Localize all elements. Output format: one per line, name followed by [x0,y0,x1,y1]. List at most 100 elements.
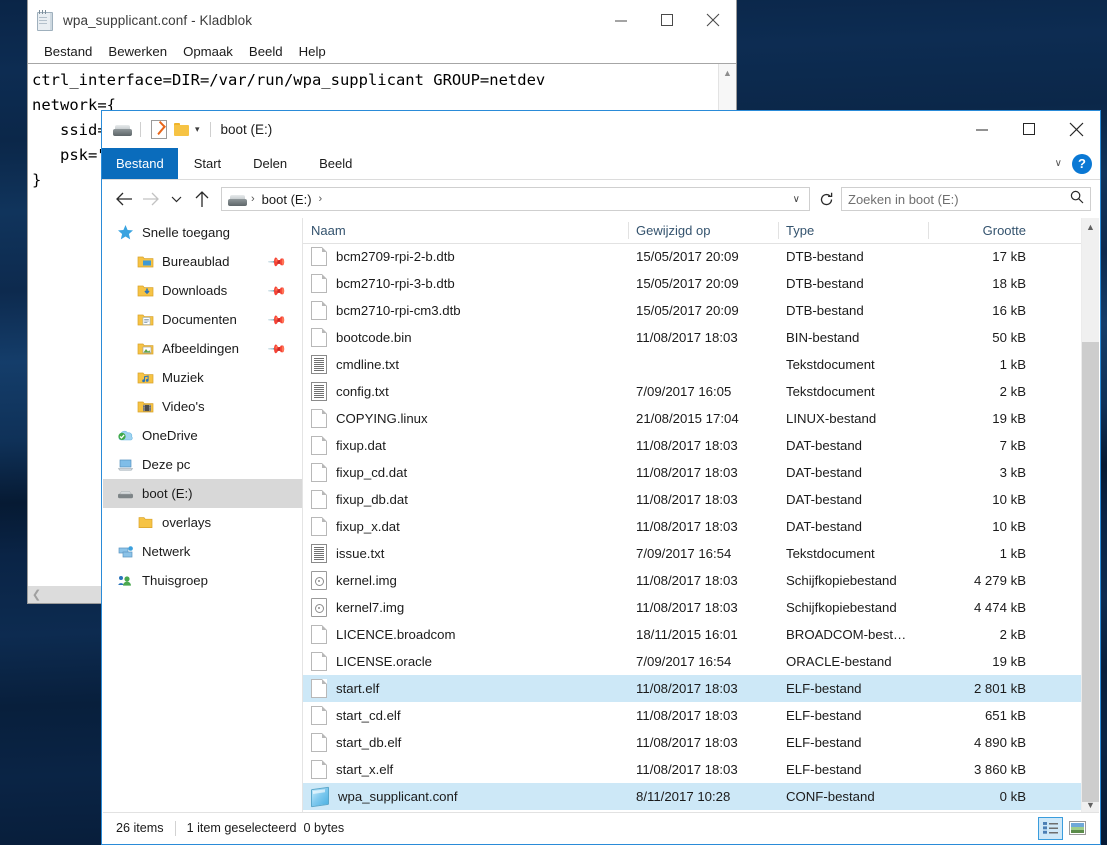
table-row[interactable]: LICENSE.oracle 7/09/2017 16:54 ORACLE-best… [303,648,1099,675]
sidebar-item-documenten[interactable]: Documenten 📌 [103,305,302,334]
notepad-maximize-button[interactable] [644,0,690,40]
explorer-maximize-button[interactable] [1006,111,1053,148]
forward-button[interactable] [137,186,163,212]
sidebar-item-thuisgroep[interactable]: Thuisgroep [103,566,302,595]
chevron-down-icon[interactable]: ∨ [1055,158,1062,169]
table-row[interactable]: fixup_x.dat 11/08/2017 18:03 DAT-bestand 10… [303,513,1099,540]
column-header-grootte[interactable]: Grootte [928,218,1036,243]
table-row[interactable]: bcm2709-rpi-2-b.dtb 15/05/2017 20:09 DTB-b… [303,243,1099,270]
sidebar-item-deze-pc[interactable]: Deze pc [103,450,302,479]
column-header-type[interactable]: Type [778,218,928,243]
column-header-gewijzigd-op[interactable]: Gewijzigd op [628,218,778,243]
file-modified-cell: 11/08/2017 18:03 [636,573,738,588]
txt-file-icon [311,382,327,401]
pin-icon[interactable]: 📌 [267,309,287,329]
network-icon [117,543,134,560]
table-row[interactable]: start_db.elf 11/08/2017 18:03 ELF-bestand 4… [303,729,1099,756]
table-row[interactable]: fixup_cd.dat 11/08/2017 18:03 DAT-bestand 3… [303,459,1099,486]
column-header-naam[interactable]: Naam ⌃ [303,218,628,243]
table-row[interactable]: bcm2710-rpi-3-b.dtb 15/05/2017 20:09 DTB-b… [303,270,1099,297]
notepad-close-button[interactable] [690,0,736,40]
file-type-cell: Schijfkopiebestand [786,573,897,588]
file-name: start.elf [336,681,380,696]
recent-locations-button[interactable] [163,186,189,212]
sidebar-item-overlays[interactable]: overlays [103,508,302,537]
help-icon[interactable]: ? [1072,153,1092,174]
txt-file-icon [311,544,327,563]
sidebar-item-snelle-toegang[interactable]: Snelle toegang [103,218,302,247]
menu-bestand[interactable]: Bestand [36,42,100,61]
table-row[interactable]: config.txt 7/09/2017 16:05 Tekstdocument 2 … [303,378,1099,405]
table-row[interactable]: kernel.img 11/08/2017 18:03 Schijfkopiebes… [303,567,1099,594]
large-icons-view-button[interactable] [1066,818,1089,839]
sidebar-item-videos[interactable]: Video's [103,392,302,421]
address-bar[interactable]: › boot (E:) › ∨ [221,187,810,211]
file-type-cell: ELF-bestand [786,735,862,750]
table-row[interactable]: fixup_db.dat 11/08/2017 18:03 DAT-bestand 1… [303,486,1099,513]
menu-opmaak[interactable]: Opmaak [175,42,241,61]
scroll-up-icon[interactable]: ▲ [1082,218,1099,235]
up-button[interactable] [189,186,215,212]
scroll-down-icon[interactable]: ▼ [1082,796,1099,813]
breadcrumb-separator-2[interactable]: › [316,193,326,205]
chevron-down-icon[interactable]: ∨ [788,194,805,205]
pin-icon[interactable]: 📌 [267,280,287,300]
menu-bewerken[interactable]: Bewerken [100,42,175,61]
back-button[interactable] [111,186,137,212]
sidebar-item-onedrive[interactable]: OneDrive [103,421,302,450]
menu-help[interactable]: Help [291,42,334,61]
search-icon[interactable] [1070,190,1084,209]
search-box[interactable]: Zoeken in boot (E:) [841,187,1091,211]
sidebar-item-afbeeldingen[interactable]: Afbeeldingen 📌 [103,334,302,363]
explorer-title: boot (E:) [220,122,273,137]
file-size-cell: 3 kB [999,465,1026,480]
tab-bestand[interactable]: Bestand [102,148,178,179]
table-row[interactable]: kernel7.img 11/08/2017 18:03 Schijfkopiebe… [303,594,1099,621]
scroll-left-icon[interactable]: ❮ [28,586,45,603]
file-modified-cell: 15/05/2017 20:09 [636,303,739,318]
table-row[interactable]: start_cd.elf 11/08/2017 18:03 ELF-bestand 6… [303,702,1099,729]
blank-file-icon [311,706,327,725]
sidebar-item-bureaublad[interactable]: Bureaublad 📌 [103,247,302,276]
sidebar-item-netwerk[interactable]: Netwerk [103,537,302,566]
table-row[interactable]: start_x.elf 11/08/2017 18:03 ELF-bestand 3 … [303,756,1099,783]
table-row[interactable]: COPYING.linux 21/08/2015 17:04 LINUX-besta… [303,405,1099,432]
explorer-minimize-button[interactable] [959,111,1006,148]
notepad-minimize-button[interactable] [598,0,644,40]
properties-icon[interactable] [148,119,170,141]
table-row[interactable]: bootcode.bin 11/08/2017 18:03 BIN-bestand 5… [303,324,1099,351]
file-rows-container: bcm2709-rpi-2-b.dtb 15/05/2017 20:09 DTB-b… [303,243,1099,813]
scroll-up-icon[interactable]: ▲ [719,64,736,81]
tab-beeld[interactable]: Beeld [303,148,368,179]
breadcrumb-item-boot[interactable]: boot (E:) [258,192,316,207]
search-input[interactable]: Zoeken in boot (E:) [848,192,1070,207]
file-type-cell: DAT-bestand [786,519,862,534]
new-folder-icon[interactable] [170,119,192,141]
scrollbar-thumb[interactable] [1082,342,1099,802]
table-row[interactable]: cmdline.txt Tekstdocument 1 kB [303,351,1099,378]
table-row[interactable]: wpa_supplicant.conf 8/11/2017 10:28 CONF-b… [303,783,1099,810]
refresh-icon[interactable] [814,187,838,211]
tab-start[interactable]: Start [178,148,237,179]
file-modified-cell: 7/09/2017 16:05 [636,384,732,399]
chevron-down-icon[interactable]: ▾ [192,124,203,135]
sidebar-item-muziek[interactable]: Muziek [103,363,302,392]
file-name: start_cd.elf [336,708,401,723]
pin-icon[interactable]: 📌 [267,251,287,271]
menu-beeld[interactable]: Beeld [241,42,291,61]
details-view-button[interactable] [1038,816,1063,840]
table-row[interactable]: bcm2710-rpi-cm3.dtb 15/05/2017 20:09 DTB-b… [303,297,1099,324]
ribbon-right-controls: ∨ ? [1055,148,1092,179]
table-row[interactable]: start.elf 11/08/2017 18:03 ELF-bestand 2 80… [303,675,1099,702]
pin-icon[interactable]: 📌 [267,338,287,358]
table-row[interactable]: fixup.dat 11/08/2017 18:03 DAT-bestand 7 kB [303,432,1099,459]
table-row[interactable]: LICENCE.broadcom 18/11/2015 16:01 BROADCOM… [303,621,1099,648]
table-row[interactable]: issue.txt 7/09/2017 16:54 Tekstdocument 1 k… [303,540,1099,567]
sidebar-item-boot-drive[interactable]: boot (E:) [103,479,302,508]
file-modified-cell: 11/08/2017 18:03 [636,762,738,777]
file-list-scrollbar[interactable]: ▲ ▼ [1081,218,1099,813]
file-type-cell: LINUX-bestand [786,411,877,426]
explorer-close-button[interactable] [1053,111,1100,148]
tab-delen[interactable]: Delen [237,148,303,179]
sidebar-item-downloads[interactable]: Downloads 📌 [103,276,302,305]
